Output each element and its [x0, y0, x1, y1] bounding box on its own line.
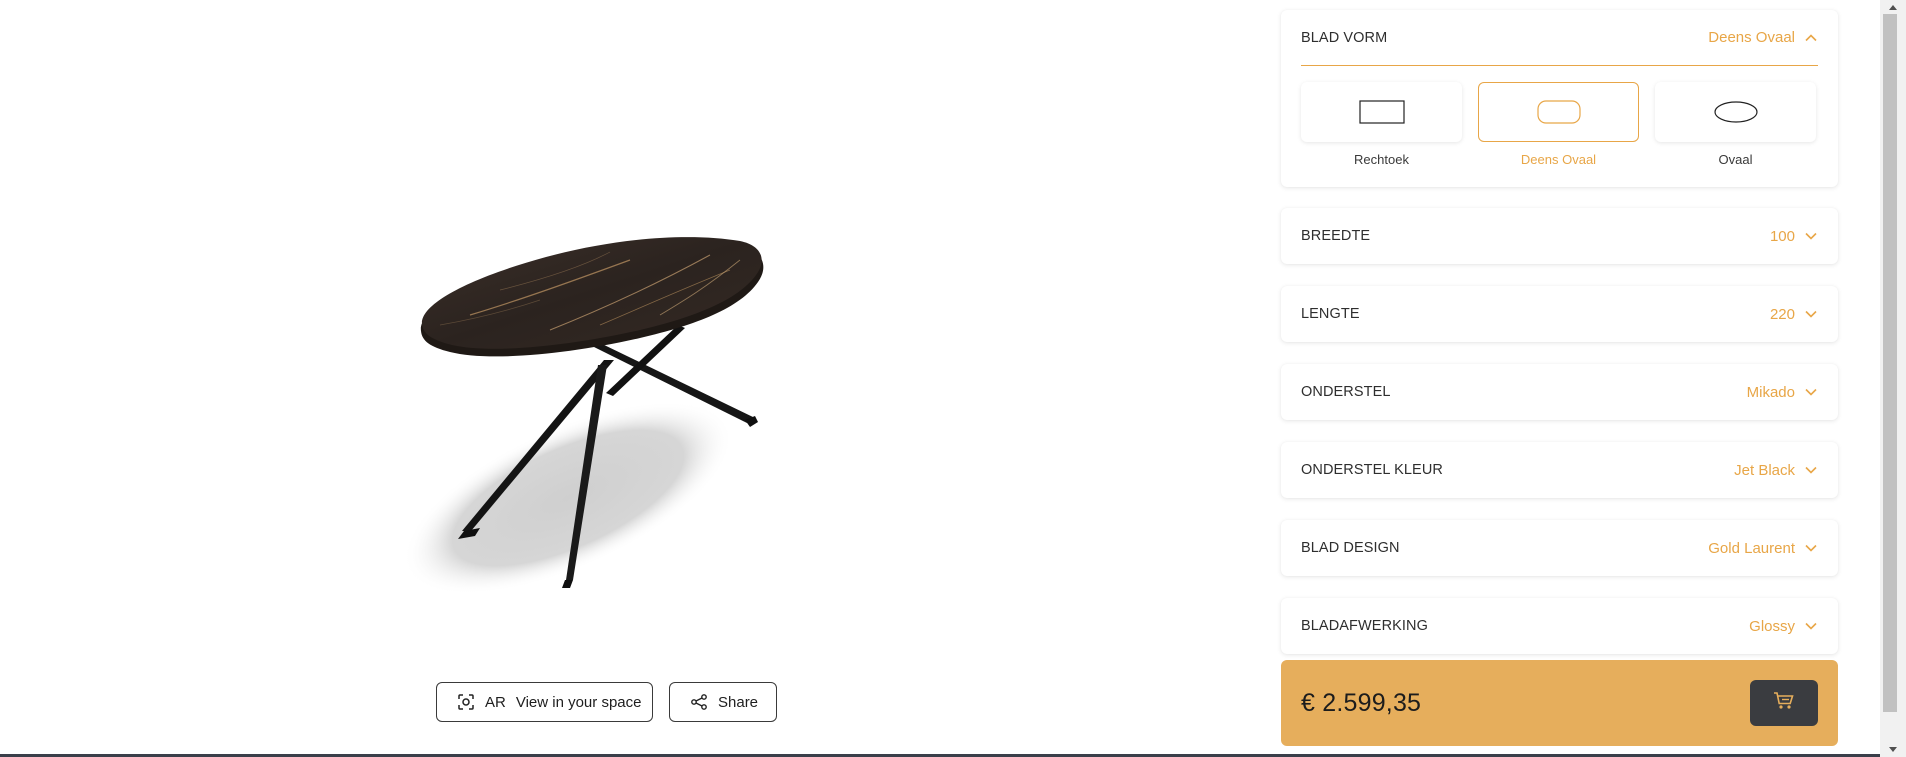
cart-icon	[1773, 691, 1795, 716]
blad-design-section[interactable]: BLAD DESIGN Gold Laurent	[1281, 520, 1838, 576]
bladafwerking-value: Glossy	[1749, 617, 1795, 635]
price-bar: € 2.599,35	[1281, 660, 1838, 746]
rectangle-shape-icon	[1358, 100, 1405, 124]
blad-vorm-value-wrap: Deens Ovaal	[1708, 29, 1818, 46]
shape-option-ovaal[interactable]: Ovaal	[1655, 82, 1816, 167]
shape-options: Rechtoek Deens Ovaal Ovaal	[1281, 66, 1838, 167]
ar-view-button[interactable]: AR View in your space	[436, 682, 653, 722]
breedte-section[interactable]: BREEDTE 100	[1281, 208, 1838, 264]
share-button[interactable]: Share	[669, 682, 777, 722]
product-viewer[interactable]: AR View in your space Share	[0, 0, 1258, 757]
onderstel-kleur-value: Jet Black	[1734, 461, 1795, 479]
oval-shape-icon	[1713, 101, 1758, 123]
shape-option-deens-ovaal-box[interactable]	[1478, 82, 1639, 142]
lengte-value: 220	[1769, 305, 1795, 323]
shape-option-label: Rechtoek	[1354, 152, 1409, 167]
chevron-down-icon[interactable]	[1804, 307, 1818, 321]
scroll-up-arrow-icon[interactable]	[1880, 0, 1906, 14]
vertical-scrollbar[interactable]	[1880, 0, 1906, 757]
onderstel-title: ONDERSTEL	[1301, 384, 1391, 400]
onderstel-value: Mikado	[1746, 383, 1795, 401]
bladafwerking-section[interactable]: BLADAFWERKING Glossy	[1281, 598, 1838, 654]
lengte-title: LENGTE	[1301, 306, 1360, 322]
blad-vorm-section: BLAD VORM Deens Ovaal Rechtoek Deens Ova…	[1281, 10, 1838, 187]
add-to-cart-button[interactable]	[1750, 680, 1818, 726]
share-icon	[690, 693, 708, 711]
table-3d-model[interactable]	[400, 230, 790, 600]
breedte-value: 100	[1769, 227, 1795, 245]
share-button-label: Share	[718, 693, 759, 711]
shape-option-ovaal-box[interactable]	[1655, 82, 1816, 142]
price-value: € 2.599,35	[1301, 688, 1422, 717]
ar-scan-icon	[457, 693, 475, 711]
shape-option-deens-ovaal[interactable]: Deens Ovaal	[1478, 82, 1639, 167]
shape-option-label: Ovaal	[1718, 152, 1753, 167]
chevron-up-icon[interactable]	[1804, 31, 1818, 45]
onderstel-kleur-section[interactable]: ONDERSTEL KLEUR Jet Black	[1281, 442, 1838, 498]
chevron-down-icon[interactable]	[1804, 385, 1818, 399]
rounded-rectangle-shape-icon	[1536, 100, 1581, 124]
chevron-down-icon[interactable]	[1804, 463, 1818, 477]
chevron-down-icon[interactable]	[1804, 229, 1818, 243]
blad-vorm-value: Deens Ovaal	[1708, 29, 1795, 46]
breedte-title: BREEDTE	[1301, 228, 1371, 244]
chevron-down-icon[interactable]	[1804, 541, 1818, 555]
configurator-panel: BLAD VORM Deens Ovaal Rechtoek Deens Ova…	[1280, 0, 1840, 757]
onderstel-section[interactable]: ONDERSTEL Mikado	[1281, 364, 1838, 420]
blad-vorm-header[interactable]: BLAD VORM Deens Ovaal	[1301, 10, 1818, 66]
chevron-down-icon[interactable]	[1804, 619, 1818, 633]
scrollbar-thumb[interactable]	[1883, 14, 1897, 712]
ar-button-text: View in your space	[515, 693, 642, 711]
shape-option-label: Deens Ovaal	[1520, 152, 1597, 167]
blad-design-value: Gold Laurent	[1708, 539, 1795, 557]
shape-option-rechtoek-box[interactable]	[1301, 82, 1462, 142]
bladafwerking-title: BLADAFWERKING	[1301, 618, 1428, 634]
blad-vorm-title: BLAD VORM	[1301, 29, 1388, 46]
scroll-down-arrow-icon[interactable]	[1880, 743, 1906, 757]
blad-design-title: BLAD DESIGN	[1301, 540, 1400, 556]
lengte-section[interactable]: LENGTE 220	[1281, 286, 1838, 342]
onderstel-kleur-title: ONDERSTEL KLEUR	[1301, 462, 1443, 478]
ar-label: AR	[485, 693, 506, 711]
shape-option-rechtoek[interactable]: Rechtoek	[1301, 82, 1462, 167]
